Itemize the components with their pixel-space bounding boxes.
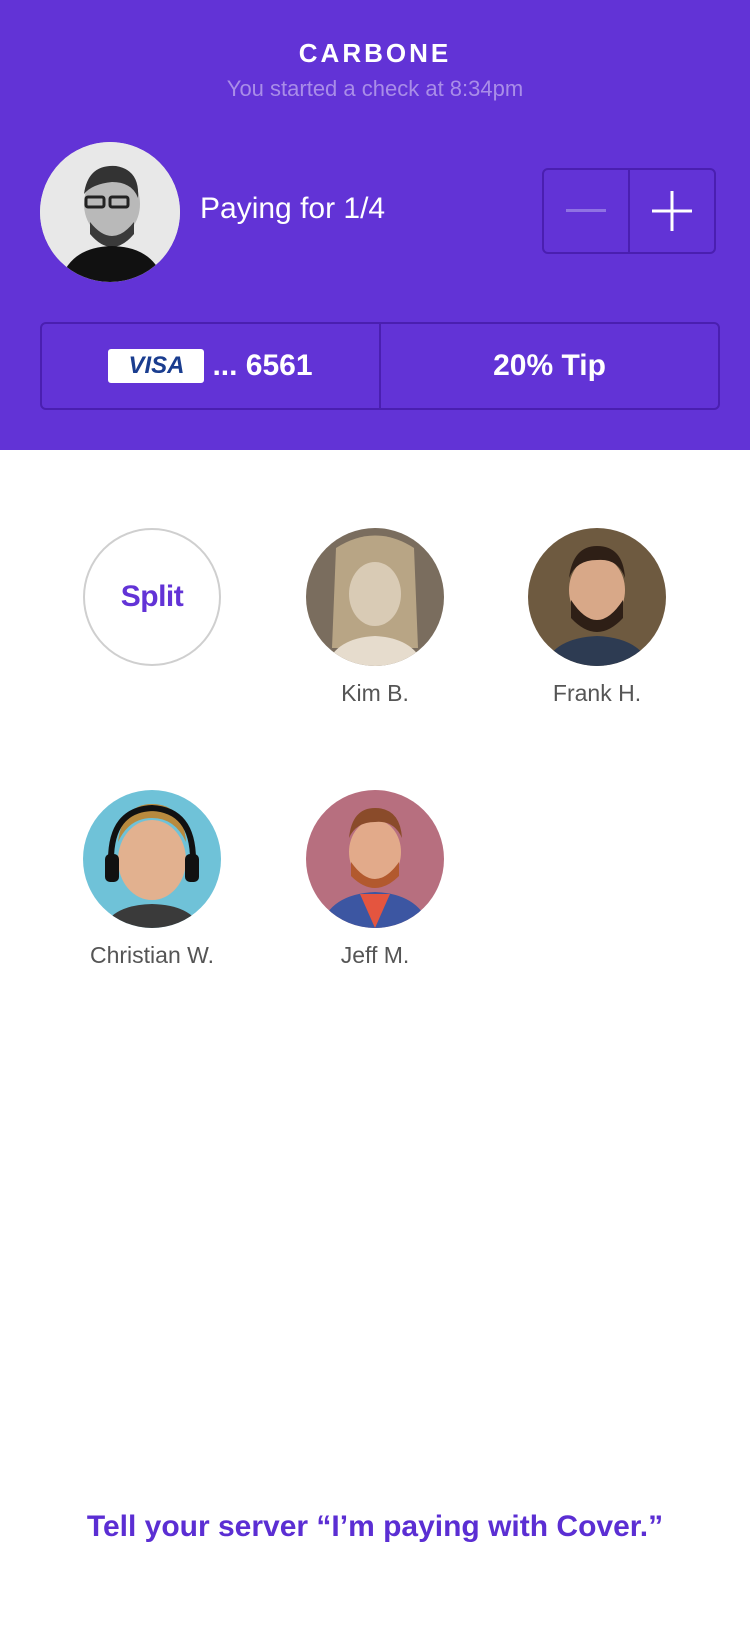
avatar [528, 528, 666, 666]
split-circle: Split [83, 528, 221, 666]
check-started-subtitle: You started a check at 8:34pm [226, 76, 524, 101]
person-kim[interactable]: Kim B. [285, 528, 465, 707]
split-label: Split [120, 580, 184, 613]
footer-instruction: Tell your server “I’m paying with Cover.… [86, 1510, 664, 1543]
share-stepper [542, 168, 716, 254]
minus-icon [566, 209, 606, 212]
person-name: Frank H. [552, 680, 642, 706]
restaurant-name: CARBONE [298, 38, 452, 68]
person-frank[interactable]: Frank H. [507, 528, 687, 707]
person-christian[interactable]: Christian W. [62, 790, 242, 969]
payment-row: VISA ... 6561 20% Tip [40, 322, 720, 410]
tip-label: 20% Tip [493, 349, 606, 382]
person-name: Kim B. [341, 680, 409, 706]
header: CARBONE You started a check at 8:34pm Pa… [0, 0, 750, 450]
tip-selector[interactable]: 20% Tip [379, 324, 718, 408]
card-last4: ... 6561 [212, 349, 313, 382]
paying-for-label: Paying for 1/4 [200, 192, 386, 225]
increase-button[interactable] [628, 170, 714, 252]
person-name: Jeff M. [340, 942, 410, 968]
split-button[interactable]: Split [62, 528, 242, 666]
avatar [306, 528, 444, 666]
avatar [83, 790, 221, 928]
avatar [306, 790, 444, 928]
visa-logo-icon: VISA [108, 349, 205, 383]
my-avatar [40, 142, 180, 282]
card-selector[interactable]: VISA ... 6561 [42, 324, 379, 408]
person-name: Christian W. [90, 942, 214, 968]
decrease-button[interactable] [544, 170, 628, 252]
plus-icon [652, 191, 692, 231]
person-jeff[interactable]: Jeff M. [285, 790, 465, 969]
